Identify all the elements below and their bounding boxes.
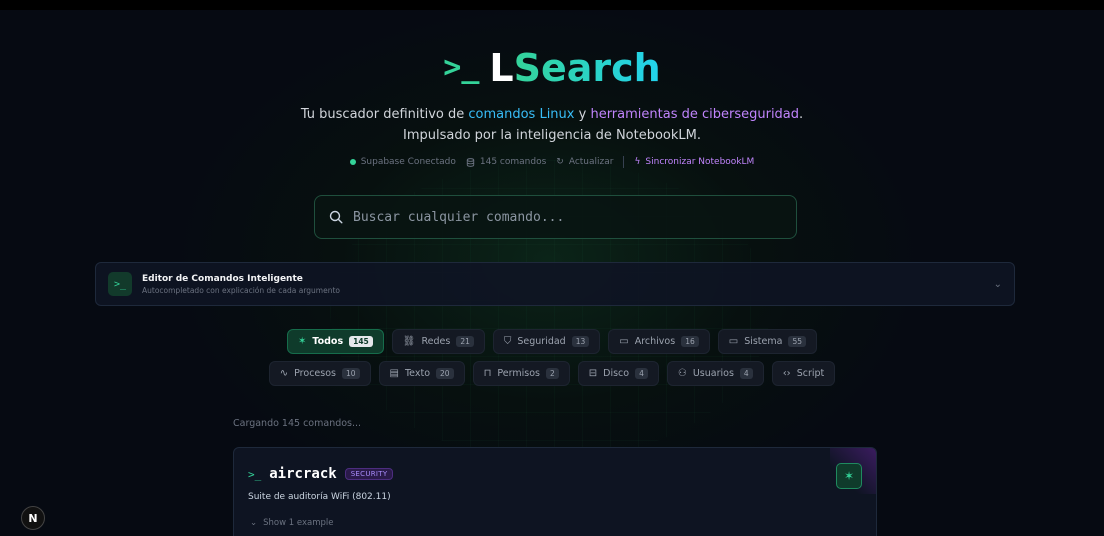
chip-count: 2 — [545, 368, 559, 379]
refresh-icon: ↻ — [556, 157, 564, 167]
status-dot-icon — [349, 159, 356, 165]
network-icon: ⛓ — [402, 335, 416, 347]
tagline-security-link[interactable]: herramientas de ciberseguridad — [590, 107, 799, 122]
chip-label: Sistema — [744, 336, 783, 347]
activity-icon: ∿ — [279, 367, 289, 379]
sync-label: Sincronizar NotebookLM — [645, 157, 755, 167]
terminal-icon: >_ — [108, 272, 132, 296]
category-chip-permisos[interactable]: ⊓ Permisos 2 — [472, 361, 570, 386]
category-row-2: ∿ Procesos 10 ▤ Texto 20 ⊓ Permisos 2 ⊟ … — [0, 361, 1104, 386]
chip-label: Disco — [603, 368, 630, 379]
editor-title: Editor de Comandos Inteligente — [142, 273, 303, 284]
chip-label: Archivos — [634, 336, 676, 347]
category-chip-sistema[interactable]: ▭ Sistema 55 — [717, 329, 817, 354]
chip-label: Todos — [312, 336, 344, 347]
sparkles-icon: ✶ — [297, 335, 307, 347]
folder-icon: ▭ — [619, 335, 629, 347]
code-icon: ‹› — [782, 367, 791, 379]
chip-label: Seguridad — [517, 336, 566, 347]
tagline-linux-link[interactable]: comandos Linux — [468, 107, 574, 122]
chip-count: 145 — [349, 336, 373, 347]
category-row-1: ✶ Todos 145 ⛓ Redes 21 ⛉ Seguridad 13 ▭ … — [0, 329, 1104, 354]
command-description: Suite de auditoría WiFi (802.11) — [248, 492, 391, 502]
chip-label: Permisos — [497, 368, 540, 379]
category-chip-script[interactable]: ‹› Script — [771, 361, 836, 386]
chip-label: Redes — [421, 336, 451, 347]
chip-count: 10 — [341, 368, 360, 379]
refresh-label: Actualizar — [568, 157, 614, 167]
nextjs-dev-badge[interactable]: N — [21, 506, 45, 530]
command-card[interactable]: >_ aircrack SECURITY Suite de auditoría … — [233, 447, 877, 536]
smart-editor-panel[interactable]: >_ Editor de Comandos Inteligente Autoco… — [95, 262, 1015, 306]
connection-label: Supabase Conectado — [360, 157, 456, 167]
logo-rest: Search — [513, 46, 661, 90]
terminal-prompt-icon: >_ — [248, 467, 262, 481]
lock-icon: ⊓ — [483, 367, 492, 379]
command-count-label: 145 comandos — [479, 157, 547, 167]
chevron-down-icon[interactable]: ⌄ — [994, 279, 1002, 290]
chip-count: 4 — [635, 368, 648, 379]
terminal-prompt-icon: >_ — [443, 50, 480, 85]
tagline-line2: Impulsado por la inteligencia de Noteboo… — [402, 128, 702, 143]
command-count: 145 comandos — [466, 157, 546, 167]
tagline: Tu buscador definitivo de comandos Linux… — [0, 104, 1104, 146]
chip-count: 4 — [739, 368, 753, 379]
status-row: Supabase Conectado 145 comandos ↻ Actual… — [349, 156, 754, 168]
search-box[interactable] — [314, 195, 797, 239]
connection-status: Supabase Conectado — [349, 157, 456, 167]
card-header: >_ aircrack SECURITY — [248, 466, 394, 482]
hard-drive-icon: ⊟ — [588, 367, 598, 379]
chip-count: 16 — [681, 336, 699, 347]
lightning-icon: ϟ — [634, 157, 641, 167]
category-chip-seguridad[interactable]: ⛉ Seguridad 13 — [492, 329, 601, 354]
header: >_ LSearch Tu buscador definitivo de com… — [0, 40, 1104, 169]
category-chip-archivos[interactable]: ▭ Archivos 16 — [608, 329, 710, 354]
category-chip-procesos[interactable]: ∿ Procesos 10 — [268, 361, 371, 386]
monitor-icon: ▭ — [728, 335, 739, 347]
app-page: >_ LSearch Tu buscador definitivo de com… — [0, 10, 1104, 536]
ai-explain-button[interactable]: ✶ — [836, 463, 862, 489]
chip-label: Procesos — [294, 368, 336, 379]
chip-count: 20 — [436, 368, 454, 379]
shield-icon: ⛉ — [503, 335, 512, 347]
tagline-mid: y — [574, 107, 591, 122]
search-icon — [329, 210, 343, 224]
logo: >_ LSearch — [443, 40, 660, 96]
category-chip-usuarios[interactable]: ⚇ Usuarios 4 — [666, 361, 764, 386]
show-examples-label: Show 1 example — [263, 518, 334, 528]
chip-label: Script — [796, 368, 825, 379]
search-input[interactable] — [353, 209, 773, 225]
file-text-icon: ▤ — [389, 367, 399, 379]
category-chip-redes[interactable]: ⛓ Redes 21 — [391, 329, 485, 354]
show-examples-toggle[interactable]: ⌄ Show 1 example — [250, 518, 333, 528]
refresh-button[interactable]: ↻ Actualizar — [556, 157, 613, 167]
category-badge: SECURITY — [344, 468, 394, 480]
editor-subtitle: Autocompletado con explicación de cada a… — [142, 285, 340, 295]
chip-label: Usuarios — [692, 368, 734, 379]
logo-first-letter: L — [489, 46, 514, 90]
command-name: aircrack — [269, 466, 337, 482]
category-chip-todos[interactable]: ✶ Todos 145 — [286, 329, 384, 354]
category-chip-texto[interactable]: ▤ Texto 20 — [378, 361, 465, 386]
category-chip-disco[interactable]: ⊟ Disco 4 — [577, 361, 659, 386]
chip-count: 13 — [571, 336, 590, 347]
database-icon — [466, 157, 475, 167]
sync-notebooklm-button[interactable]: ϟ Sincronizar NotebookLM — [634, 157, 754, 167]
editor-text: Editor de Comandos Inteligente Autocompl… — [142, 274, 340, 295]
chip-count: 55 — [788, 336, 806, 347]
tagline-suffix: . — [799, 107, 804, 122]
loading-status: Cargando 145 comandos... — [233, 418, 362, 429]
chevron-down-icon: ⌄ — [250, 518, 258, 528]
sparkles-icon: ✶ — [843, 469, 855, 483]
chip-count: 21 — [456, 336, 474, 347]
status-divider — [623, 156, 625, 168]
chip-label: Texto — [404, 368, 431, 379]
users-icon: ⚇ — [677, 367, 687, 379]
tagline-prefix: Tu buscador definitivo de — [300, 107, 469, 122]
